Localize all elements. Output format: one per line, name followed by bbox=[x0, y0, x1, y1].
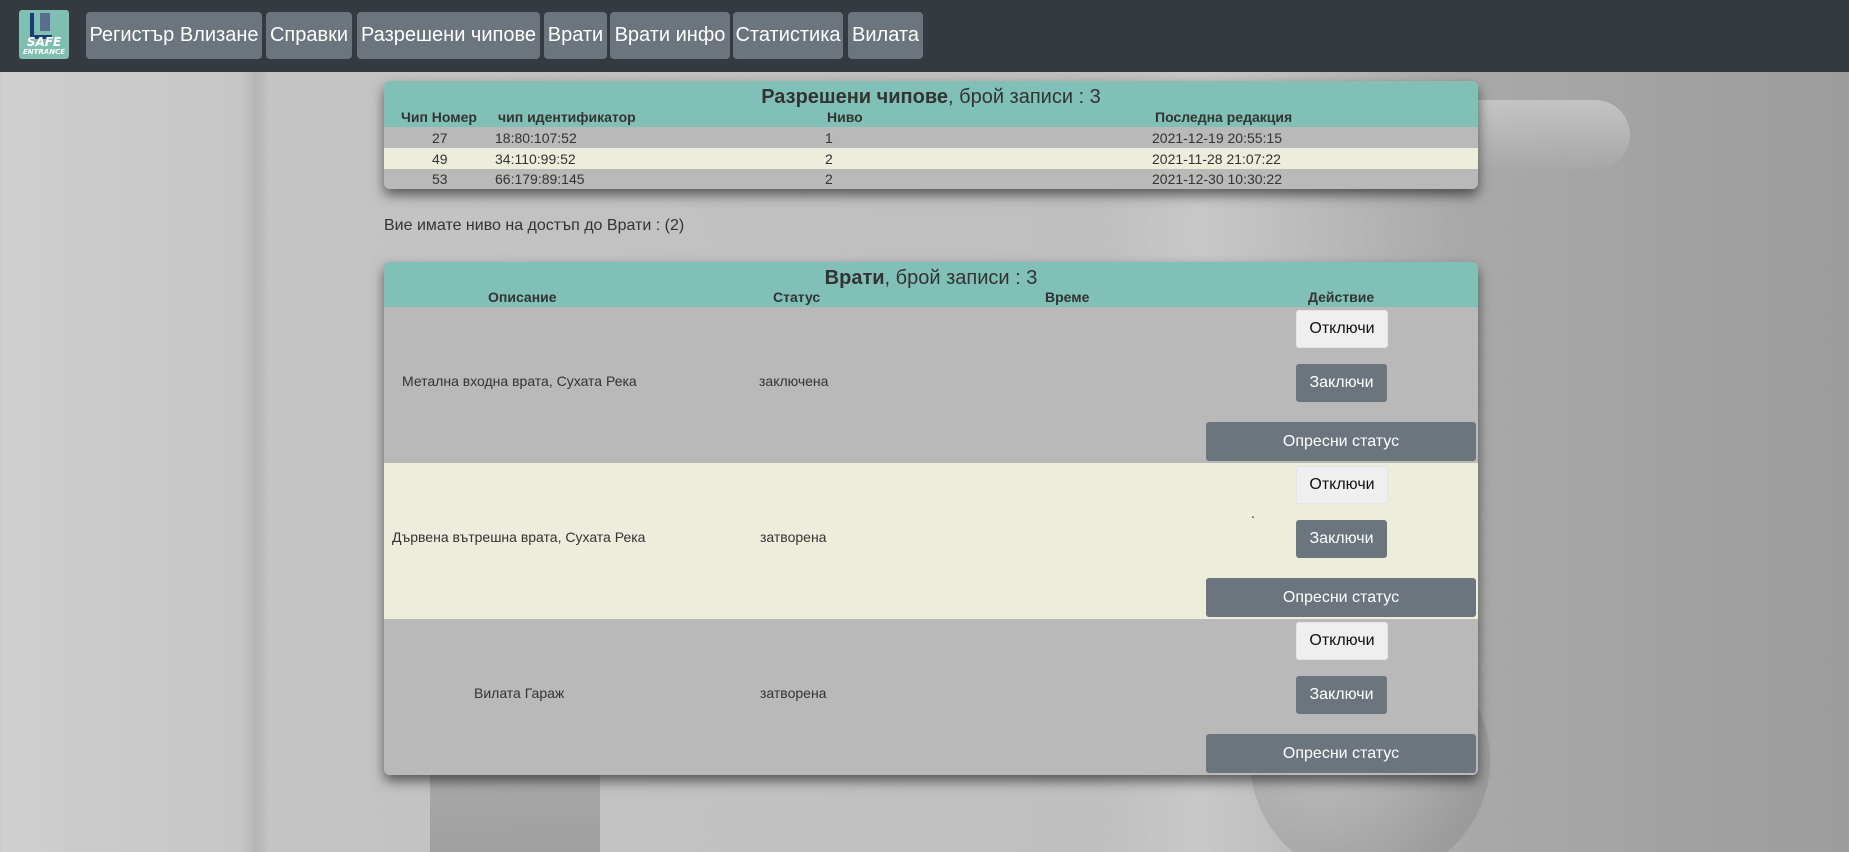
refresh-status-button[interactable]: Опресни статус bbox=[1206, 578, 1476, 617]
chip-level: 2 bbox=[825, 151, 833, 167]
doors-table: Врати, брой записи : 3 Описание Статус В… bbox=[384, 262, 1478, 775]
nav-button-entry-register[interactable]: Регистър Влизане bbox=[86, 12, 262, 59]
nav-button-doors[interactable]: Врати bbox=[544, 12, 607, 59]
chip-identifier: 34:110:99:52 bbox=[495, 151, 576, 167]
chip-level: 2 bbox=[825, 171, 833, 187]
chip-last-edit: 2021-12-30 10:30:22 bbox=[1152, 171, 1282, 187]
door-status: заключена bbox=[759, 373, 829, 389]
door-time: . bbox=[1251, 505, 1255, 521]
nav-button-statistics[interactable]: Статистика bbox=[733, 12, 843, 59]
chip-identifier: 18:80:107:52 bbox=[495, 130, 577, 146]
table-row: 27 18:80:107:52 1 2021-12-19 20:55:15 bbox=[384, 127, 1478, 148]
lock-button[interactable]: Заключи bbox=[1296, 520, 1387, 558]
table-row: Дървена вътрешна врата, Сухата Река затв… bbox=[384, 463, 1478, 619]
doors-table-title: Врати, брой записи : 3 bbox=[384, 262, 1478, 291]
chips-table-header: Разрешени чипове, брой записи : 3 Чип Но… bbox=[384, 81, 1478, 127]
table-row: 49 34:110:99:52 2 2021-11-28 21:07:22 bbox=[384, 148, 1478, 169]
refresh-status-button[interactable]: Опресни статус bbox=[1206, 734, 1476, 773]
column-header-time: Време bbox=[1045, 289, 1090, 305]
table-row: Вилата Гараж затворена Отключи Заключи О… bbox=[384, 619, 1478, 775]
chip-number: 49 bbox=[432, 151, 448, 167]
column-header-last-edit: Последна редакция bbox=[1155, 109, 1293, 125]
doors-title-count: , брой записи : 3 bbox=[884, 267, 1038, 289]
safe-entrance-logo[interactable]: SAFE ENTRANCE bbox=[19, 10, 69, 59]
table-row: Метална входна врата, Сухата Река заключ… bbox=[384, 307, 1478, 463]
door-status: затворена bbox=[760, 685, 827, 701]
column-header-description: Описание bbox=[488, 289, 557, 305]
column-header-chip-identifier: чип идентификатор bbox=[498, 109, 636, 125]
refresh-status-button[interactable]: Опресни статус bbox=[1206, 422, 1476, 461]
access-level-note: Вие имате ниво на достъп до Врати : (2) bbox=[384, 217, 685, 234]
chip-identifier: 66:179:89:145 bbox=[495, 171, 585, 187]
column-header-status: Статус bbox=[773, 289, 821, 305]
lock-button[interactable]: Заключи bbox=[1296, 364, 1387, 402]
logo-text-entrance: ENTRANCE bbox=[23, 48, 65, 56]
table-row: 53 66:179:89:145 2 2021-12-30 10:30:22 bbox=[384, 169, 1478, 189]
unlock-button[interactable]: Отключи bbox=[1296, 622, 1388, 660]
chip-last-edit: 2021-12-19 20:55:15 bbox=[1152, 130, 1282, 146]
column-header-action: Действие bbox=[1308, 289, 1375, 305]
chips-table-title: Разрешени чипове, брой записи : 3 bbox=[384, 81, 1478, 110]
top-navbar: SAFE ENTRANCE Регистър Влизане Справки Р… bbox=[0, 0, 1849, 72]
nav-button-reports[interactable]: Справки bbox=[266, 12, 352, 59]
column-header-chip-number: Чип Номер bbox=[401, 109, 477, 125]
unlock-button[interactable]: Отключи bbox=[1296, 466, 1388, 504]
unlock-button[interactable]: Отключи bbox=[1296, 310, 1388, 348]
door-description: Дървена вътрешна врата, Сухата Река bbox=[392, 529, 646, 545]
allowed-chips-table: Разрешени чипове, брой записи : 3 Чип Но… bbox=[384, 81, 1478, 189]
chip-last-edit: 2021-11-28 21:07:22 bbox=[1152, 151, 1281, 167]
chip-number: 53 bbox=[432, 171, 448, 187]
doors-table-header: Врати, брой записи : 3 Описание Статус В… bbox=[384, 262, 1478, 307]
door-description: Метална входна врата, Сухата Река bbox=[402, 373, 637, 389]
chips-title-bold: Разрешени чипове bbox=[761, 86, 948, 108]
logo-text-safe: SAFE bbox=[26, 35, 62, 49]
nav-button-villa[interactable]: Вилата bbox=[848, 12, 923, 59]
chips-title-count: , брой записи : 3 bbox=[948, 86, 1101, 108]
doors-title-bold: Врати bbox=[824, 267, 885, 289]
lock-button[interactable]: Заключи bbox=[1296, 676, 1387, 714]
column-header-level: Ниво bbox=[827, 109, 863, 125]
chip-level: 1 bbox=[825, 130, 833, 146]
chip-number: 27 bbox=[432, 130, 448, 146]
nav-button-allowed-chips[interactable]: Разрешени чипове bbox=[357, 12, 540, 59]
door-status: затворена bbox=[760, 529, 827, 545]
nav-button-doors-info[interactable]: Врати инфо bbox=[610, 12, 730, 59]
door-description: Вилата Гараж bbox=[474, 685, 565, 701]
